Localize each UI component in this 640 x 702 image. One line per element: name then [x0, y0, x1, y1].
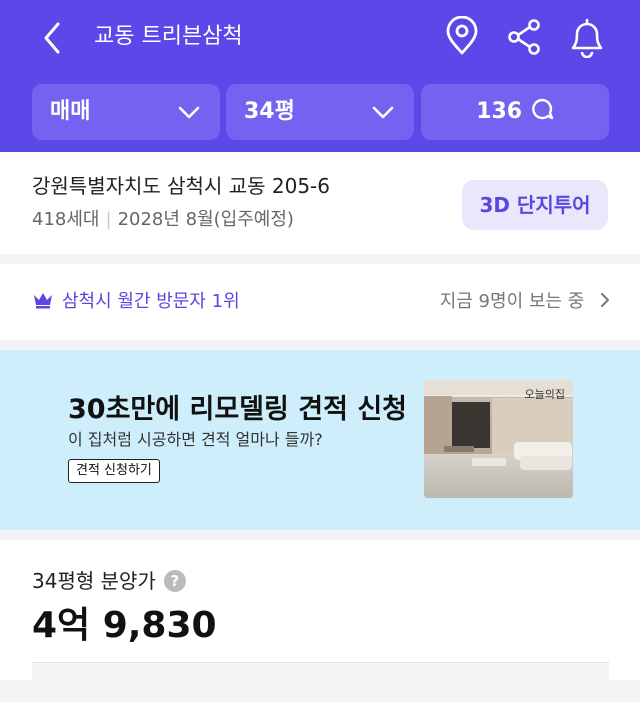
share-icon: [508, 19, 540, 55]
sale-price-card: 34평형 분양가? 4억 9,830: [0, 540, 640, 702]
trade-type-dropdown[interactable]: 매매: [32, 84, 220, 140]
chevron-down-icon: [372, 106, 394, 119]
bell-icon: [571, 18, 603, 59]
visitor-rank: 삼척시 월간 방문자 1위: [32, 286, 240, 318]
area-dropdown[interactable]: 34평: [226, 84, 414, 140]
trade-type-label: 매매: [50, 99, 91, 124]
crown-icon: [34, 293, 52, 309]
banner-title: 30초만에 리모델링 견적 신청: [68, 394, 408, 425]
location-button[interactable]: [442, 15, 482, 58]
watching-text: 지금 9명이 보는 중: [439, 291, 585, 312]
price-label-text: 34평형 분양가: [32, 569, 156, 593]
chat-bubble-icon: [531, 98, 553, 120]
interior-photo: 오늘의집: [424, 380, 573, 498]
chevron-right-icon: [601, 293, 609, 307]
price-table-header: [32, 662, 609, 702]
notification-button[interactable]: [567, 16, 607, 59]
location-pin-icon: [446, 15, 478, 55]
move-in-date: 2028년 8월(입주예정): [117, 209, 294, 230]
watching-now: 지금 9명이 보는 중: [440, 286, 612, 318]
price-value: 4억 9,830: [32, 605, 217, 646]
brand-label: 오늘의집: [524, 388, 565, 401]
back-button[interactable]: [36, 18, 72, 58]
complex-info-card: 강원특별자치도 삼척시 교동 205-6 418세대 | 2028년 8월(입주예정…: [0, 152, 640, 254]
area-label: 34평: [244, 99, 295, 124]
divider: |: [105, 209, 112, 230]
estimate-request-button[interactable]: 견적 신청하기: [68, 459, 160, 483]
top-bar: 교동 트리븐삼척: [0, 0, 640, 76]
chevron-down-icon: [178, 106, 200, 119]
comments-label: 136: [421, 96, 609, 128]
comment-count: 136: [476, 99, 523, 124]
filter-bar: 매매 34평 136: [0, 84, 640, 140]
header: 교동 트리븐삼척 매매 34평 136: [0, 0, 640, 152]
share-button[interactable]: [504, 16, 544, 58]
banner-subtitle: 이 집처럼 시공하면 견적 얼마나 들까?: [68, 430, 323, 449]
complex-summary: 418세대 | 2028년 8월(입주예정): [32, 204, 294, 236]
price-label: 34평형 분양가?: [32, 566, 186, 596]
page-title: 교동 트리븐삼척: [94, 24, 243, 49]
household-count: 418세대: [32, 209, 100, 230]
visitor-rank-text: 삼척시 월간 방문자 1위: [62, 291, 240, 312]
visitor-stats-row[interactable]: 삼척시 월간 방문자 1위 지금 9명이 보는 중: [0, 264, 640, 340]
remodeling-ad-banner[interactable]: 30초만에 리모델링 견적 신청 이 집처럼 시공하면 견적 얼마나 들까? 견…: [0, 350, 640, 530]
help-icon[interactable]: ?: [163, 570, 186, 592]
3d-tour-button[interactable]: 3D 단지투어: [462, 180, 608, 230]
comments-button[interactable]: 136: [421, 84, 609, 140]
complex-address: 강원특별자치도 삼척시 교동 205-6: [32, 174, 330, 198]
back-icon: [44, 22, 60, 54]
